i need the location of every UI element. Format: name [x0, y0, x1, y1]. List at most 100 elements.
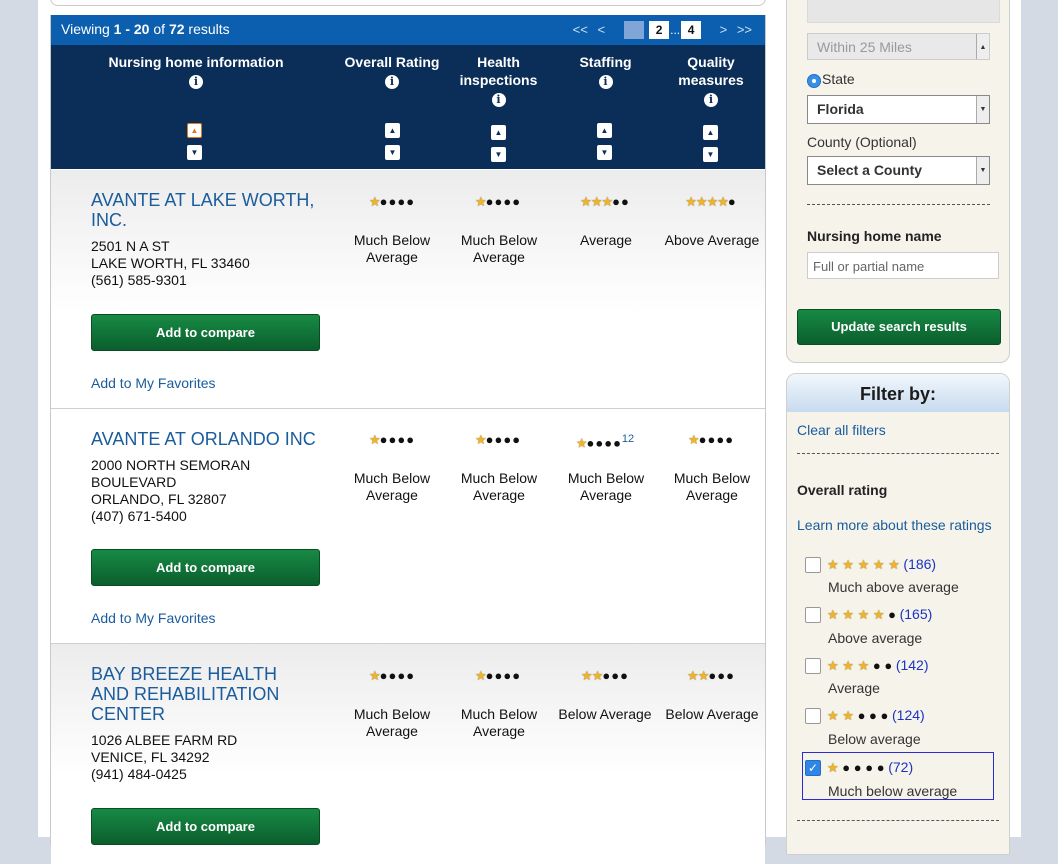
- address-line: 2501 N A ST: [91, 238, 170, 254]
- health-rating-label: Much Below Average: [460, 232, 538, 265]
- state-select[interactable]: Florida ▼: [807, 95, 990, 124]
- empty-dot-icon: ●: [726, 668, 735, 683]
- filter-stars-4[interactable]: ★ ★ ★ ★ ● (165): [827, 606, 932, 623]
- facility-address: 2000 NORTH SEMORAN BOULEVARD ORLANDO, FL…: [91, 457, 321, 525]
- facility-name-link[interactable]: AVANTE AT LAKE WORTH, INC.: [91, 190, 326, 230]
- page-1[interactable]: 1: [623, 21, 644, 39]
- phone-number: (941) 484-0425: [91, 766, 187, 782]
- page-4[interactable]: 4: [681, 21, 702, 39]
- filter-label: Average: [828, 680, 880, 696]
- star-icon: ★: [857, 557, 870, 572]
- empty-dot-icon: ●: [512, 668, 522, 683]
- overall-rating-filter-label: Overall rating: [797, 482, 888, 498]
- star-icon: ★: [827, 760, 839, 775]
- county-select[interactable]: Select a County ▼: [807, 156, 990, 185]
- empty-dot-icon: ●: [494, 432, 504, 447]
- page-2[interactable]: 2: [649, 21, 670, 39]
- quality-rating-label: Below Average: [665, 706, 759, 722]
- footnote-link[interactable]: 12: [622, 433, 634, 445]
- empty-dot-icon: ●: [853, 760, 862, 775]
- empty-dot-icon: ●: [727, 194, 737, 209]
- star-icon: ★: [685, 194, 697, 209]
- filter-stars-3[interactable]: ★ ★ ★ ● ● (142): [827, 657, 929, 674]
- table-row: BAY BREEZE HEALTH AND REHABILITATION CEN…: [51, 644, 765, 864]
- filter-star-row: ★ ● ● ● ●: [827, 760, 888, 775]
- filter-star-row: ★ ★ ● ● ●: [827, 708, 892, 723]
- empty-dot-icon: ●: [503, 194, 513, 209]
- state-radio-label: State: [822, 71, 855, 87]
- filter-checkbox-3-star[interactable]: [805, 658, 821, 674]
- table-row: AVANTE AT ORLANDO INC 2000 NORTH SEMORAN…: [51, 409, 765, 644]
- info-icon[interactable]: i: [598, 75, 613, 89]
- add-to-favorites-link[interactable]: Add to My Favorites: [91, 375, 216, 391]
- col-label: Quality measures: [678, 54, 744, 88]
- overall-rating-stars: ★●●●●: [341, 193, 443, 209]
- sort-up-icon[interactable]: ▲: [187, 123, 202, 138]
- quality-rating-stars: ★★★★●: [660, 193, 762, 209]
- empty-dot-icon: ●: [388, 432, 398, 447]
- staffing-rating-label: Average: [580, 232, 632, 248]
- overall-rating-stars: ★●●●●: [341, 431, 443, 447]
- viewing-prefix: Viewing: [61, 21, 114, 37]
- distance-select[interactable]: Within 25 Miles ▲: [807, 33, 990, 60]
- first-page-link[interactable]: <<: [573, 22, 588, 37]
- facility-name-link[interactable]: AVANTE AT ORLANDO INC: [91, 429, 331, 449]
- add-to-compare-button[interactable]: Add to compare: [91, 808, 320, 845]
- nursing-home-name-input[interactable]: Full or partial name: [807, 252, 999, 279]
- star-icon: ★: [827, 607, 839, 622]
- sort-down-icon[interactable]: ▼: [703, 147, 718, 162]
- sort-up-icon[interactable]: ▲: [703, 125, 718, 140]
- star-icon: ★: [827, 658, 839, 673]
- col-label: Staffing: [579, 54, 632, 70]
- filter-title: Filter by:: [787, 374, 1009, 412]
- star-icon: ★: [580, 194, 592, 209]
- filter-stars-5[interactable]: ★ ★ ★ ★ ★ (186): [827, 556, 936, 573]
- update-search-button[interactable]: Update search results: [797, 309, 1001, 345]
- last-page-link[interactable]: >>: [737, 22, 752, 37]
- filter-checkbox-5-star[interactable]: [805, 557, 821, 573]
- add-to-compare-button[interactable]: Add to compare: [91, 549, 320, 586]
- state-radio[interactable]: [807, 74, 821, 88]
- pagination: << < 1 2... 4 > >>: [570, 21, 755, 39]
- clear-filters-link[interactable]: Clear all filters: [797, 422, 886, 438]
- sort-down-icon[interactable]: ▼: [187, 145, 202, 160]
- filter-checkbox-2-star[interactable]: [805, 708, 821, 724]
- facility-name-link[interactable]: BAY BREEZE HEALTH AND REHABILITATION CEN…: [91, 664, 311, 724]
- add-to-favorites-link[interactable]: Add to My Favorites: [91, 610, 216, 626]
- table-row: AVANTE AT LAKE WORTH, INC. 2501 N A ST L…: [51, 170, 765, 409]
- star-icon: ★: [575, 435, 588, 451]
- filter-checkbox-1-star[interactable]: ✓: [805, 760, 821, 776]
- empty-dot-icon: ●: [876, 760, 885, 775]
- learn-more-ratings-link[interactable]: Learn more about these ratings: [797, 517, 992, 533]
- sort-down-icon[interactable]: ▼: [597, 145, 612, 160]
- info-icon[interactable]: i: [704, 93, 718, 107]
- overall-rating-stars: ★●●●●: [341, 667, 443, 683]
- filter-checkbox-4-star[interactable]: [805, 607, 821, 623]
- sort-down-icon[interactable]: ▼: [385, 145, 400, 160]
- add-to-compare-button[interactable]: Add to compare: [91, 314, 320, 351]
- health-rating-stars: ★●●●●: [447, 193, 549, 209]
- star-icon: ★: [842, 708, 854, 723]
- filter-count: (186): [903, 556, 937, 572]
- state-select-value: Florida: [817, 101, 864, 117]
- filter-stars-2[interactable]: ★ ★ ● ● ● (124): [827, 707, 925, 724]
- info-icon[interactable]: i: [491, 93, 506, 107]
- sort-up-icon[interactable]: ▲: [385, 123, 400, 138]
- star-icon: ★: [590, 194, 603, 209]
- filter-stars-1[interactable]: ★ ● ● ● ● (72): [827, 759, 913, 776]
- location-input[interactable]: [807, 0, 1000, 23]
- prev-page-link[interactable]: <: [597, 22, 605, 37]
- viewing-of: of: [149, 21, 169, 37]
- sort-down-icon[interactable]: ▼: [491, 147, 506, 162]
- info-icon[interactable]: i: [385, 75, 399, 89]
- filter-label: Below average: [828, 731, 921, 747]
- empty-dot-icon: ●: [888, 607, 896, 622]
- results-bar: Viewing 1 - 20 of 72 results << < 1 2...…: [51, 15, 765, 45]
- empty-dot-icon: ●: [717, 668, 727, 683]
- info-icon[interactable]: i: [189, 75, 203, 89]
- sort-up-icon[interactable]: ▲: [597, 123, 612, 138]
- county-label: County (Optional): [807, 134, 917, 150]
- star-icon: ★: [687, 432, 700, 447]
- next-page-link[interactable]: >: [720, 22, 728, 37]
- sort-up-icon[interactable]: ▲: [491, 125, 506, 140]
